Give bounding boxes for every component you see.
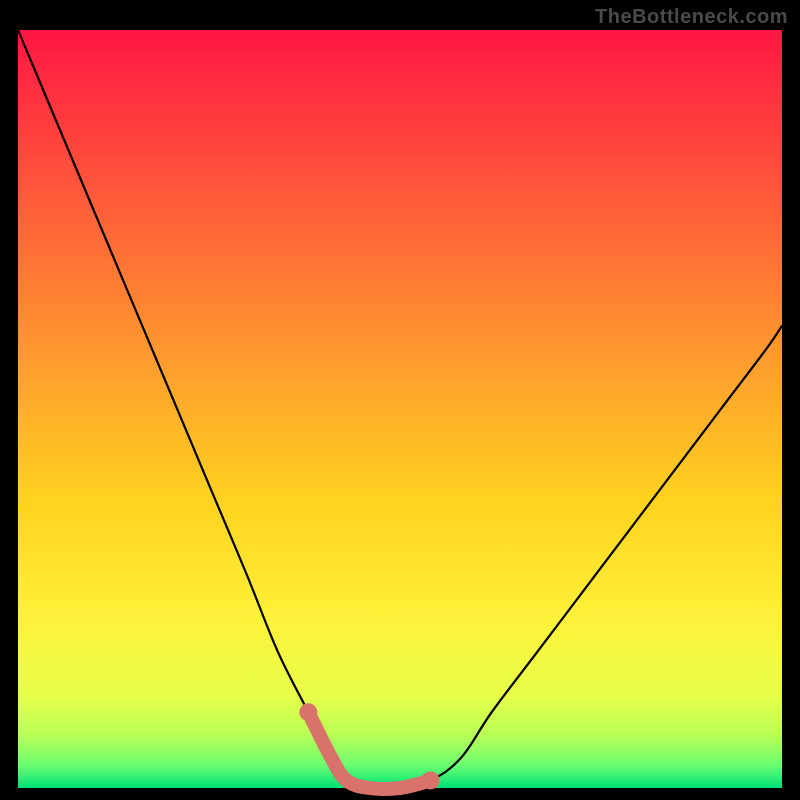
chart-stage: TheBottleneck.com [0, 0, 800, 800]
watermark-text: TheBottleneck.com [595, 6, 788, 29]
bottleneck-chart [0, 0, 800, 800]
highlight-endpoint [299, 703, 317, 721]
plot-background [18, 30, 782, 788]
highlight-endpoint [422, 771, 440, 789]
